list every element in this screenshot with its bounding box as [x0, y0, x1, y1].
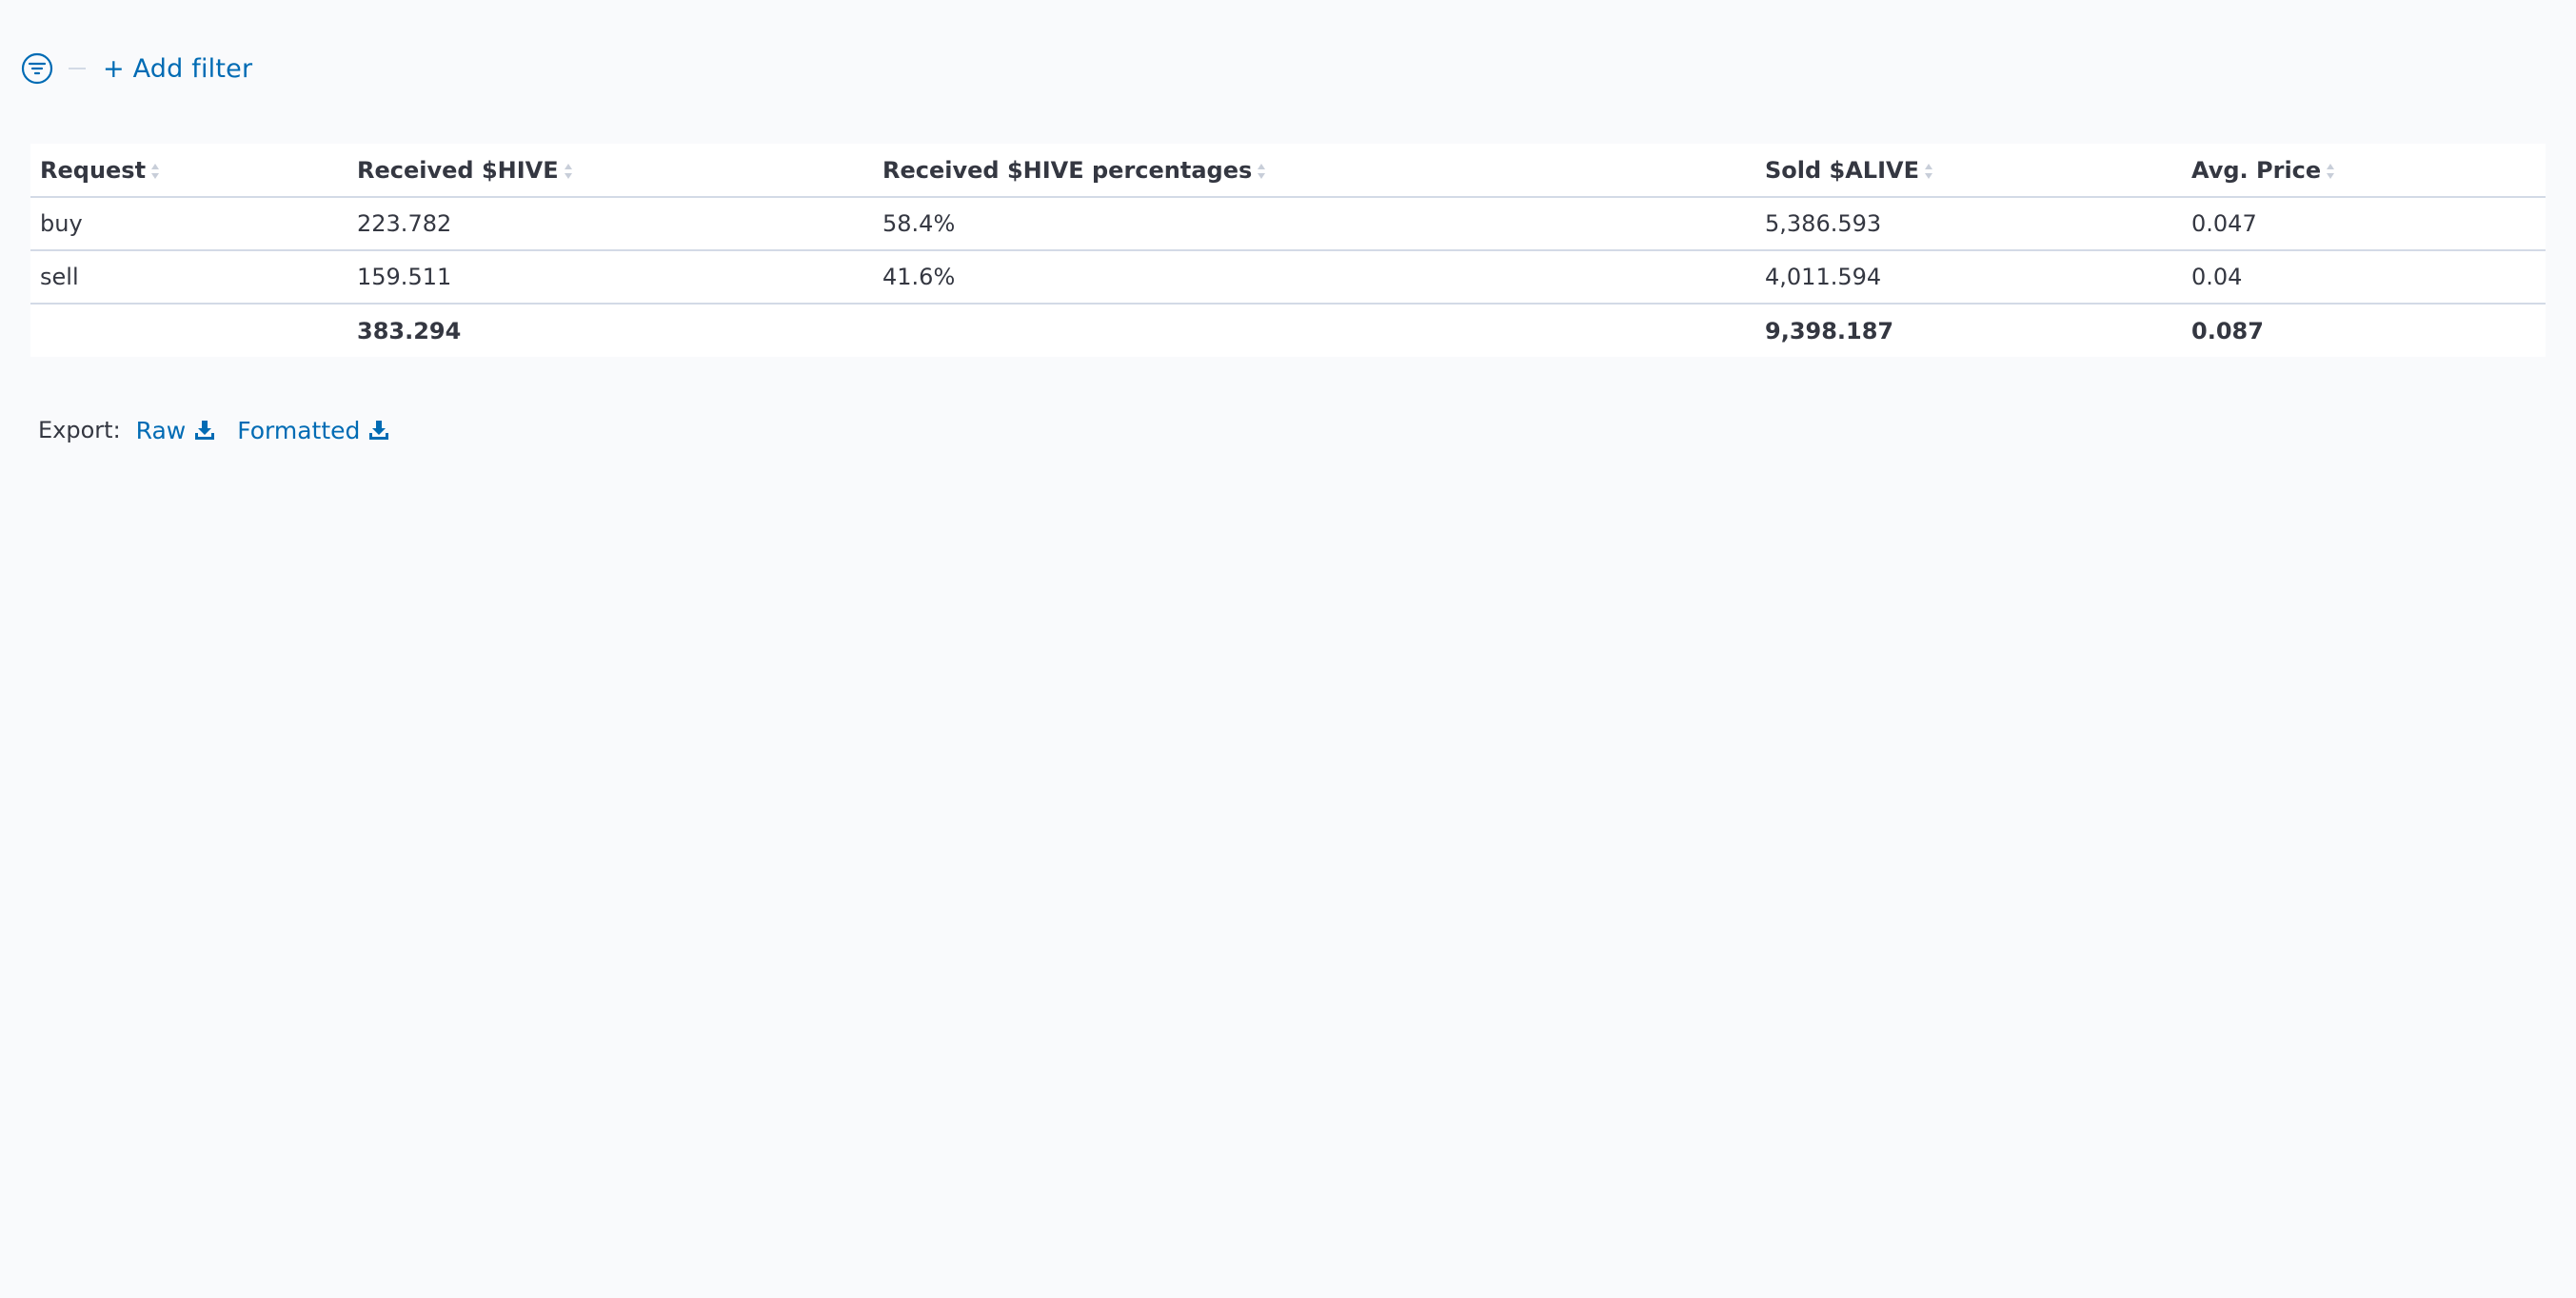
column-header-label: Request: [40, 156, 147, 184]
column-header-label: Sold $ALIVE: [1765, 156, 1919, 184]
column-header-label: Received $HIVE percentages: [882, 156, 1253, 184]
export-raw-label: Raw: [135, 416, 187, 444]
table-cell: buy: [30, 197, 347, 251]
total-cell: 9,398.187: [1765, 317, 1894, 344]
table-row: buy 223.782 58.4% 5,386.593 0.047: [30, 197, 2546, 251]
download-icon: [369, 421, 389, 440]
export-label: Export:: [38, 417, 121, 443]
sort-icon: [2327, 163, 2335, 179]
table-row: sell 159.511 41.6% 4,011.594 0.04: [30, 250, 2546, 305]
table-cell: sell: [30, 250, 347, 305]
sort-icon: [1258, 163, 1266, 179]
table-cell: 0.047: [2182, 197, 2546, 251]
column-header-received-hive[interactable]: Received $HIVE: [347, 144, 873, 198]
sort-icon: [151, 163, 160, 179]
column-header-sold-alive[interactable]: Sold $ALIVE: [1755, 144, 2182, 198]
export-bar: Export: Raw Formatted: [38, 411, 411, 449]
column-header-label: Received $HIVE: [357, 156, 559, 184]
column-header-avg-price[interactable]: Avg. Price: [2182, 144, 2546, 198]
table-cell: 41.6%: [873, 250, 1755, 305]
table-cell: 4,011.594: [1755, 250, 2182, 305]
column-header-request[interactable]: Request: [30, 144, 347, 198]
filter-icon[interactable]: [21, 52, 53, 85]
export-raw-link[interactable]: Raw: [136, 417, 217, 444]
table-cell: 5,386.593: [1755, 197, 2182, 251]
table-totals-row: 383.294 9,398.187 0.087: [30, 304, 2546, 357]
sort-icon: [1925, 163, 1932, 179]
total-cell: 383.294: [357, 317, 462, 344]
total-cell: [873, 304, 1755, 357]
column-header-label: Avg. Price: [2191, 156, 2322, 184]
download-icon: [195, 421, 215, 440]
add-filter-button[interactable]: + Add filter: [103, 54, 252, 84]
data-table: Request Received $HIVE Received $HIVE pe…: [30, 144, 2546, 357]
filter-bar: + Add filter: [21, 48, 252, 89]
total-cell: 0.087: [2191, 317, 2264, 344]
data-table-container: Request Received $HIVE Received $HIVE pe…: [30, 144, 2546, 357]
filter-separator: [69, 68, 86, 69]
table-cell: 58.4%: [873, 197, 1755, 251]
table-cell: 223.782: [347, 197, 873, 251]
export-formatted-link[interactable]: Formatted: [237, 417, 390, 444]
column-header-received-hive-percentages[interactable]: Received $HIVE percentages: [873, 144, 1755, 198]
table-cell: 0.04: [2182, 250, 2546, 305]
sort-icon: [564, 163, 572, 179]
table-header-row: Request Received $HIVE Received $HIVE pe…: [30, 144, 2546, 198]
table-cell: 159.511: [347, 250, 873, 305]
total-cell: [30, 304, 347, 357]
export-formatted-label: Formatted: [237, 416, 361, 444]
page: + Add filter Request Received $HIVE Rece…: [0, 0, 2576, 1298]
